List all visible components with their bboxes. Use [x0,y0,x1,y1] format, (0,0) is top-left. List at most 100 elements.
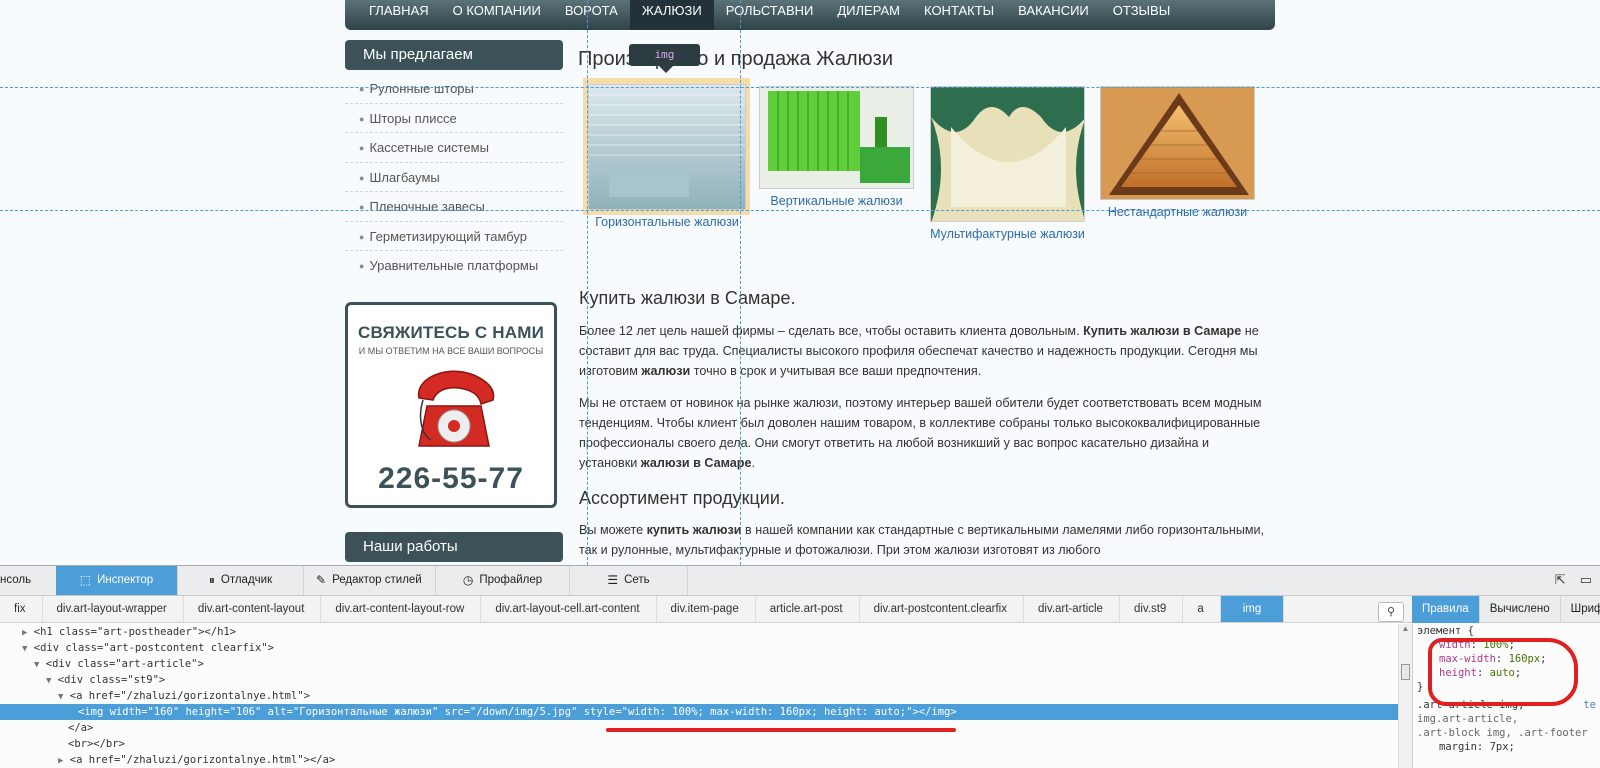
sidebar-item-label: Шторы плиссе [369,110,457,126]
scroll-up-icon[interactable]: ▲ [1399,624,1412,633]
breadcrumb-item[interactable]: div.art-postcontent.clearfix [860,596,1024,622]
breadcrumb-item[interactable]: div.item-page [657,596,756,622]
rules-tab[interactable]: Вычислено [1480,596,1561,623]
rules-panel-tabs: Правила Вычислено Шриф [1412,596,1600,623]
product-image[interactable] [588,84,746,210]
paragraph-3: Вы можете купить жалюзи в нашей компании… [579,523,1265,557]
sidebar-item[interactable]: ● Пленочные завесы [345,192,563,222]
search-icon[interactable]: ⚲ [1378,602,1404,622]
sidebar-item[interactable]: ● Герметизирующий тамбур [345,222,563,251]
rule-selector: img.art-article, [1417,713,1519,725]
tab-network[interactable]: ☰ Сеть [570,566,688,595]
product-nonstandard[interactable]: Нестандартные жалюзи [1100,86,1255,219]
nav-item[interactable]: ВАКАНСИИ [1006,0,1101,22]
markup-line[interactable]: ▼ <div class="art-postcontent clearfix"> [0,640,1398,656]
product-label[interactable]: Нестандартные жалюзи [1100,205,1255,219]
guide-line-vertical [740,0,741,565]
product-vertical[interactable]: Вертикальные жалюзи [759,86,914,208]
breadcrumb-item[interactable]: div.art-layout-wrapper [43,596,184,622]
tab-profiler[interactable]: ◷ Профайлер [436,566,570,595]
annotation-circle [1428,638,1578,706]
product-label[interactable]: Вертикальные жалюзи [759,194,914,208]
nav-item[interactable]: ДИЛЕРАМ [825,0,912,22]
markup-line[interactable]: ▶ <a href="/zhaluzi/gorizontalnye.html">… [0,752,1398,768]
rules-tab[interactable]: Правила [1412,596,1480,623]
contact-box[interactable]: СВЯЖИТЕСЬ С НАМИ И МЫ ОТВЕТИМ НА ВСЕ ВАШ… [345,302,557,508]
breadcrumb-item[interactable]: div.art-content-layout [184,596,322,622]
nav-item[interactable]: КОНТАКТЫ [912,0,1006,22]
sidebar-item[interactable]: ● Шлагбаумы [345,163,563,192]
product-label[interactable]: Мультифактурные жалюзи [930,227,1085,241]
markup-scrollbar[interactable]: ▲ [1398,624,1412,768]
bullet-icon: ● [359,143,365,153]
breadcrumb-item[interactable]: div.art-content-layout-row [321,596,482,622]
breadcrumb-item[interactable]: div.st9 [1120,596,1184,622]
rule-element-open: элемент { [1417,625,1474,637]
bullet-icon: ● [359,261,365,271]
product-label[interactable]: Горизонтальные жалюзи [588,215,746,229]
product-image[interactable] [930,86,1085,222]
product-image[interactable] [759,86,914,189]
markup-line[interactable]: ▼ <div class="art-article"> [0,656,1398,672]
nav-item[interactable]: ЖАЛЮЗИ [629,0,714,30]
markup-line-selected[interactable]: <img width="160" height="106" alt="Гориз… [0,704,1398,720]
heading-buy: Купить жалюзи в Самаре. [579,288,796,308]
devtools-panel: нсоль ⬚ Инспектор ⏸ Отладчик ✎ Редактор сти… [0,565,1600,768]
paragraph-2: Мы не отстаем от новинок на рынке жалюзи… [579,396,1262,470]
nav-item[interactable]: О КОМПАНИИ [441,0,553,22]
sidebar-item-label: Герметизирующий тамбур [369,228,527,244]
bullet-icon: ● [359,231,365,242]
product-image[interactable] [1100,86,1255,200]
sidebar-item[interactable]: ● Шторы плиссе [345,104,563,133]
markup-line[interactable]: <br></br> [0,736,1398,752]
sidebar-menu: ● Рулонные шторы ● Шторы плиссе ● Кассетные с… [345,74,563,281]
nav-item[interactable]: РОЛЬСТАВНИ [714,0,826,22]
nav-item[interactable]: ВОРОТА [553,0,630,22]
markup-line[interactable]: ▼ <a href="/zhaluzi/gorizontalnye.html"> [0,688,1398,704]
bullet-icon: ● [359,84,365,94]
rules-tab[interactable]: Шриф [1561,596,1600,623]
telephone-icon [401,360,501,460]
inspector-tooltip: img [629,44,700,73]
options-icon[interactable]: ▭ [1580,572,1592,588]
sidebar-item-label: Шлагбаумы [369,169,440,185]
sidebar-works-title: Наши работы [345,532,563,562]
heading-assortment: Ассортимент продукции. [579,488,785,508]
contact-phone[interactable]: 226-55-77 [348,462,554,496]
pick-element-icon[interactable]: ⇱ [1555,572,1566,588]
tab-console[interactable]: нсоль [0,566,56,595]
tab-style-editor[interactable]: ✎ Редактор стилей [304,566,436,595]
sidebar-item-label: Рулонные шторы [369,81,474,96]
sidebar-item-label: Уравнительные платформы [369,258,539,273]
sidebar-item[interactable]: ● Уравнительные платформы [345,251,563,281]
sidebar-item-label: Пленочные завесы [369,199,485,214]
markup-line[interactable]: ▼ <div class="st9"> [0,672,1398,688]
bullet-icon: ● [359,113,365,124]
scrollbar-thumb[interactable] [1401,664,1410,680]
nav-item[interactable]: ОТЗЫВЫ [1101,0,1182,22]
breadcrumb-item[interactable]: article.art-post [756,596,860,622]
nav-item[interactable]: ГЛАВНАЯ [357,0,441,22]
breadcrumb-item[interactable]: img [1220,596,1285,622]
sidebar-item-label: Кассетные системы [369,140,489,155]
sidebar-offer-title: Мы предлагаем [345,40,563,70]
product-horizontal[interactable]: Горизонтальные жалюзи [588,84,746,229]
breadcrumb-item[interactable]: fix [0,596,43,622]
breadcrumb-item[interactable]: div.art-layout-cell.art-content [481,596,657,622]
inspector-icon: ⬚ [79,573,92,587]
product-multifacture[interactable]: Мультифактурные жалюзи [930,86,1085,241]
breadcrumb: fix div.art-layout-wrapper div.art-content… [0,596,1412,623]
breadcrumb-item[interactable]: div.art-article [1024,596,1120,622]
tab-debugger[interactable]: ⏸ Отладчик [178,566,304,595]
markup-view: ▶ <h1 class="art-postheader"></h1> ▼ <di… [0,624,1398,768]
sidebar-item[interactable]: ● Рулонные шторы [345,74,563,104]
breadcrumb-item[interactable]: a [1183,596,1221,622]
rule-property[interactable]: margin: 7px; [1417,740,1600,754]
stopwatch-icon: ◷ [462,573,474,587]
annotation-underline [606,728,956,732]
markup-line[interactable]: ▶ <h1 class="art-postheader"></h1> [0,624,1398,640]
top-navigation: ГЛАВНАЯ О КОМПАНИИ ВОРОТА ЖАЛЮЗИ РОЛЬСТАВНИ Д… [345,0,1275,30]
sidebar-item[interactable]: ● Кассетные системы [345,133,563,163]
debugger-icon: ⏸ [208,573,215,587]
tab-inspector[interactable]: ⬚ Инспектор [56,566,178,595]
